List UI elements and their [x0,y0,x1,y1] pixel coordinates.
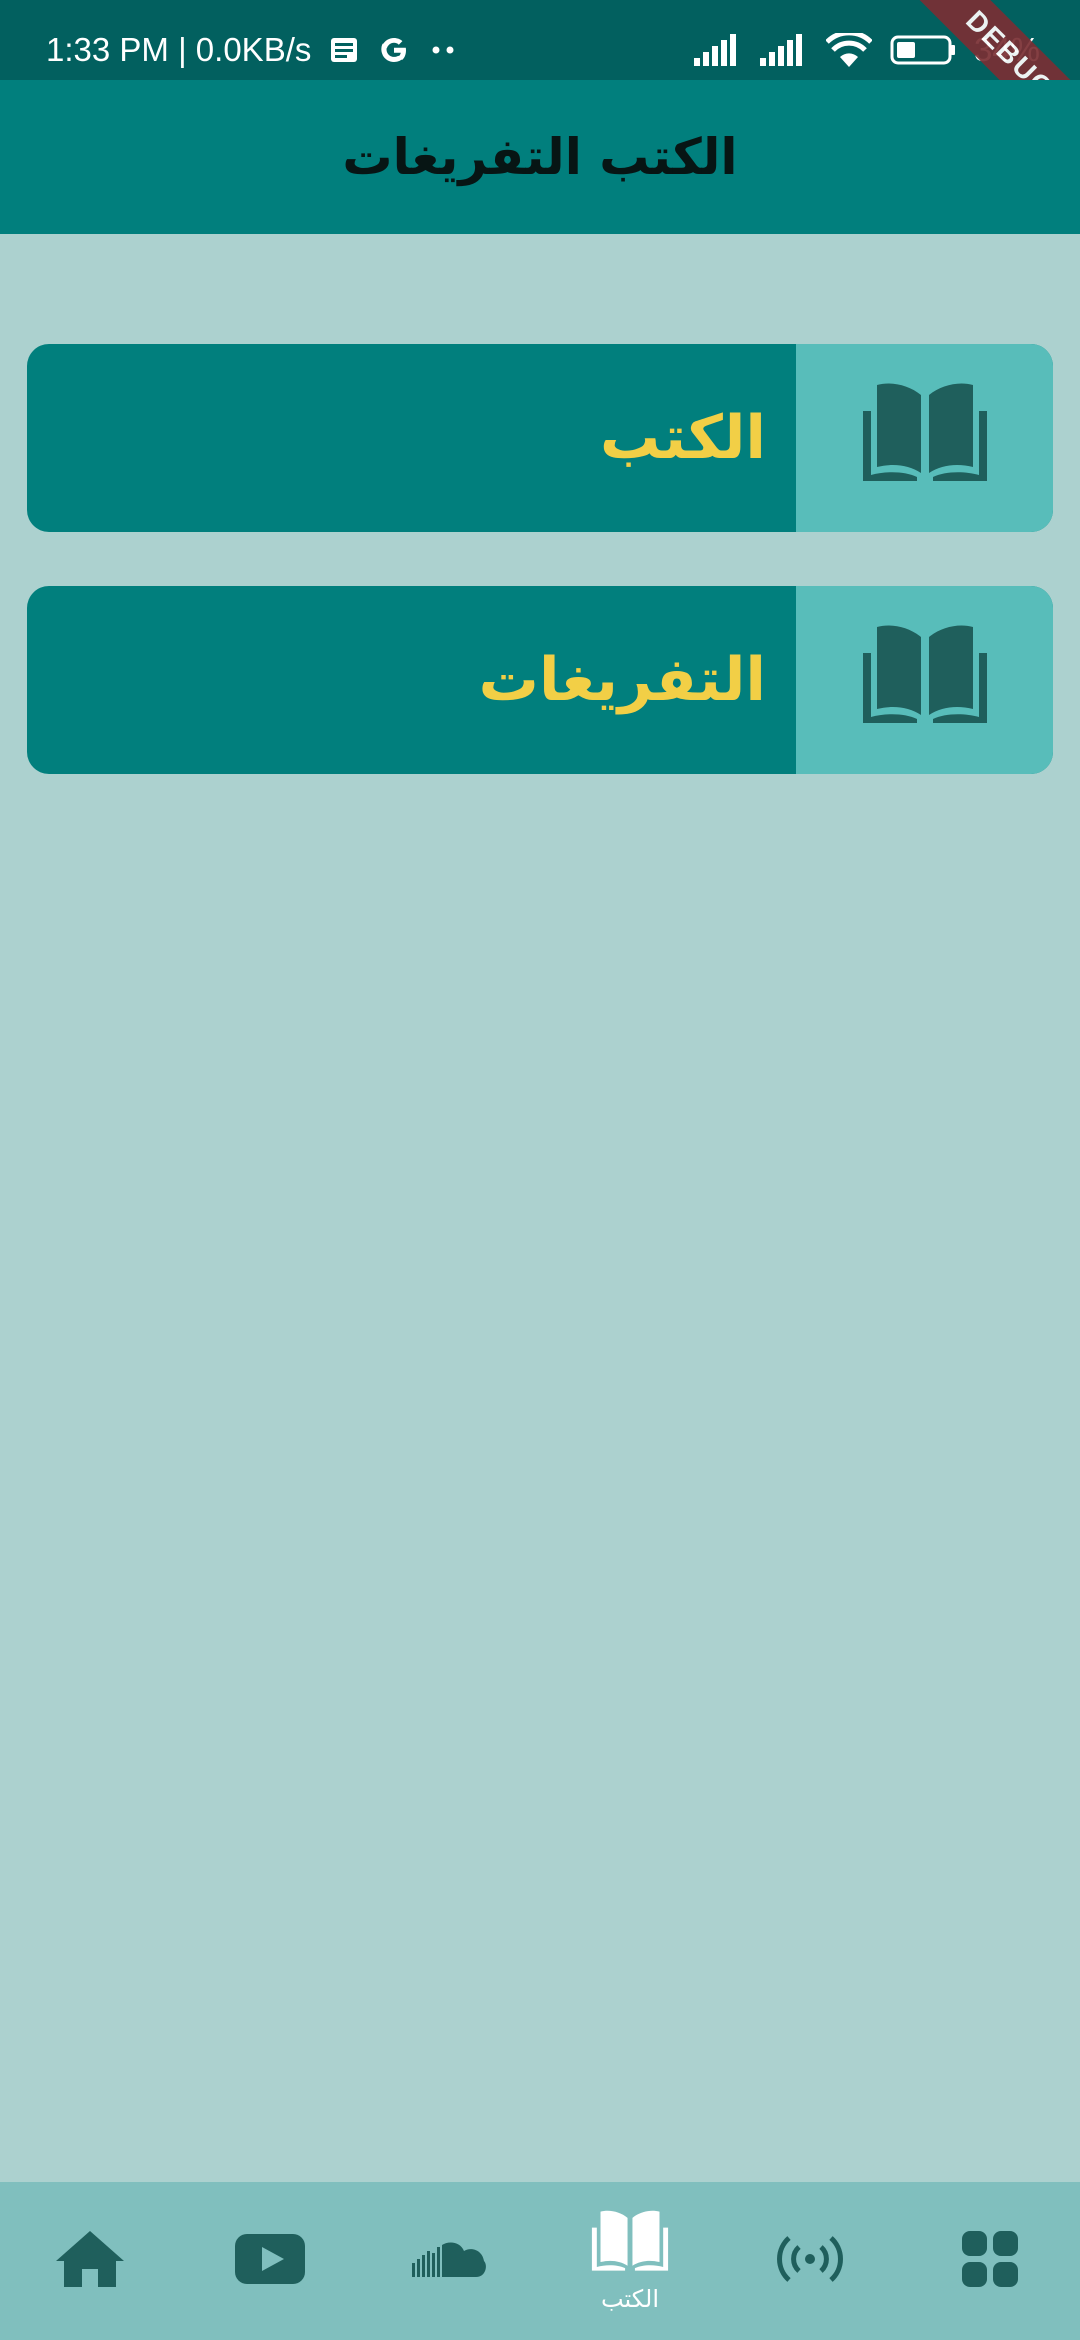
open-book-icon [587,2209,673,2281]
nav-home[interactable] [0,2182,180,2340]
home-icon [54,2229,126,2293]
battery-icon [890,34,956,66]
nav-soundcloud[interactable] [360,2182,540,2340]
card-icon-box [796,586,1053,774]
card-icon-box [796,344,1053,532]
page-title: الكتب التفريغات [342,128,738,186]
app-bar: الكتب التفريغات [0,80,1080,234]
transcripts-card[interactable]: التفريغات [27,586,1053,774]
bottom-navigation: الكتب [0,2182,1080,2340]
open-book-icon [855,381,995,495]
broadcast-icon [777,2234,843,2288]
wifi-icon [825,33,872,67]
nav-books-label: الكتب [600,2285,660,2313]
soundcloud-icon [412,2239,488,2283]
books-card-label: الكتب [600,403,766,473]
nav-live[interactable] [720,2182,900,2340]
transcripts-card-label: التفريغات [478,645,766,715]
nav-books[interactable]: الكتب [540,2182,720,2340]
signal-icon-2 [759,34,808,66]
more-dots-icon [430,45,458,55]
google-icon [378,34,410,66]
news-icon [330,37,358,63]
open-book-icon [855,623,995,737]
status-bar: 1:33 PM | 0.0KB/s 34% DEBUG [0,0,1080,179]
youtube-icon [234,2233,306,2289]
apps-grid-icon [960,2229,1020,2293]
nav-youtube[interactable] [180,2182,360,2340]
nav-more[interactable] [900,2182,1080,2340]
signal-icon [693,34,742,66]
books-card[interactable]: الكتب [27,344,1053,532]
